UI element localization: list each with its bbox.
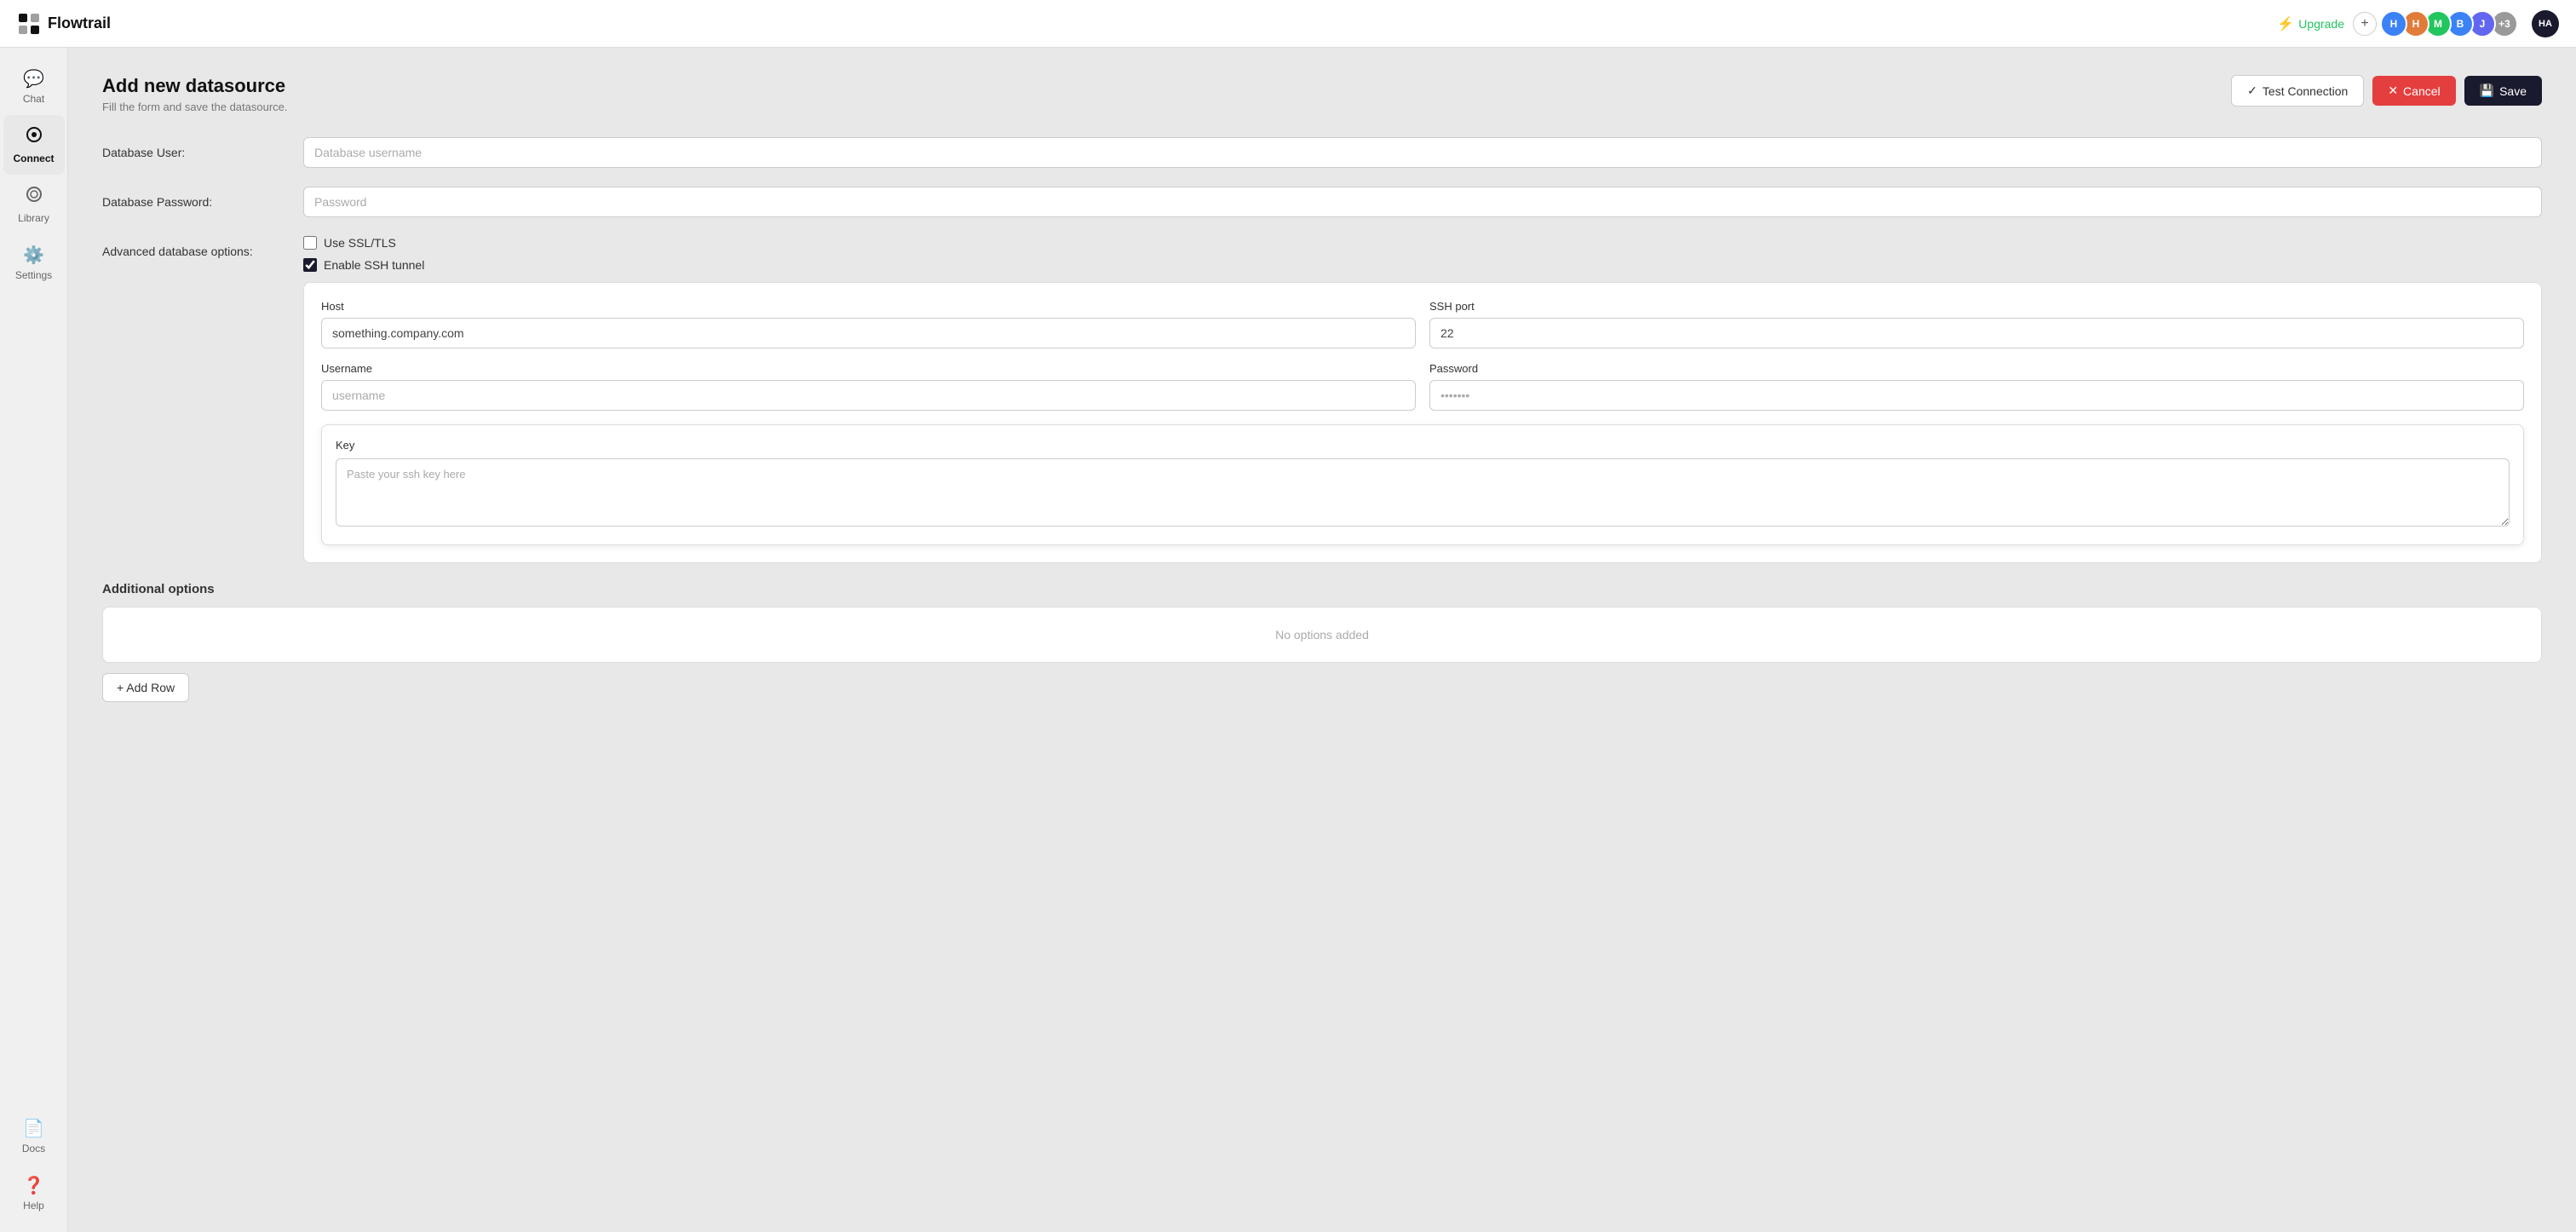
ssh-port-input[interactable] bbox=[1429, 318, 2524, 348]
db-password-input[interactable] bbox=[303, 187, 2542, 217]
avatar-group: H H M B J +3 bbox=[2385, 10, 2518, 37]
avatar-1[interactable]: H bbox=[2380, 10, 2407, 37]
topnav-right: ⚡ Upgrade + H H M B J +3 HA bbox=[2277, 10, 2559, 37]
upgrade-label: Upgrade bbox=[2298, 17, 2344, 31]
db-password-control bbox=[303, 187, 2542, 217]
ssh-port-label: SSH port bbox=[1429, 300, 2524, 313]
add-row-button[interactable]: + Add Row bbox=[102, 673, 189, 702]
connect-icon bbox=[25, 125, 43, 149]
no-options-label: No options added bbox=[1275, 628, 1369, 642]
sidebar-item-library[interactable]: Library bbox=[3, 175, 65, 234]
db-user-row: Database User: bbox=[102, 137, 2542, 168]
additional-options-section: Additional options No options added + Ad… bbox=[102, 582, 2542, 702]
sidebar-item-chat[interactable]: 💬 Chat bbox=[3, 58, 65, 115]
test-connection-label: Test Connection bbox=[2263, 84, 2348, 98]
add-row-label: + Add Row bbox=[117, 681, 175, 694]
upgrade-button[interactable]: ⚡ Upgrade bbox=[2277, 15, 2344, 32]
settings-icon: ⚙️ bbox=[23, 245, 44, 266]
ssh-tunnel-checkbox-label[interactable]: Enable SSH tunnel bbox=[303, 258, 2542, 272]
db-user-label: Database User: bbox=[102, 137, 290, 159]
test-connection-button[interactable]: ✓ Test Connection bbox=[2231, 75, 2364, 107]
ssh-username-group: Username bbox=[321, 362, 1416, 411]
sidebar-label-connect: Connect bbox=[14, 153, 55, 164]
db-password-label: Database Password: bbox=[102, 187, 290, 209]
user-badge[interactable]: HA bbox=[2532, 10, 2559, 37]
help-icon: ❓ bbox=[23, 1175, 44, 1196]
ssh-username-label: Username bbox=[321, 362, 1416, 375]
ssh-password-group: Password bbox=[1429, 362, 2524, 411]
save-label: Save bbox=[2499, 84, 2527, 98]
sidebar-label-library: Library bbox=[18, 212, 49, 224]
ssl-tls-checkbox-label[interactable]: Use SSL/TLS bbox=[303, 236, 2542, 250]
topnav: Flowtrail ⚡ Upgrade + H H M B J +3 HA bbox=[0, 0, 2576, 48]
sidebar-item-connect[interactable]: Connect bbox=[3, 115, 65, 175]
ssh-password-label: Password bbox=[1429, 362, 2524, 375]
content-area: Add new datasource Fill the form and sav… bbox=[68, 48, 2576, 1232]
sidebar-item-help[interactable]: ❓ Help bbox=[3, 1165, 65, 1222]
advanced-options-label: Advanced database options: bbox=[102, 236, 290, 258]
sidebar-label-chat: Chat bbox=[23, 93, 44, 105]
ssh-key-box: Key bbox=[321, 424, 2524, 545]
ssh-key-textarea[interactable] bbox=[336, 458, 2510, 527]
sidebar-label-help: Help bbox=[23, 1200, 44, 1212]
logo-icon bbox=[17, 12, 41, 36]
ssh-port-group: SSH port bbox=[1429, 300, 2524, 348]
no-options-box: No options added bbox=[102, 607, 2542, 663]
sidebar-label-settings: Settings bbox=[15, 269, 52, 281]
logo: Flowtrail bbox=[17, 12, 111, 36]
additional-options-title: Additional options bbox=[102, 582, 2542, 596]
ssh-password-input[interactable] bbox=[1429, 380, 2524, 411]
sidebar-item-settings[interactable]: ⚙️ Settings bbox=[3, 234, 65, 291]
ssl-tls-label: Use SSL/TLS bbox=[324, 236, 396, 250]
upgrade-icon: ⚡ bbox=[2277, 15, 2294, 32]
form-actions: ✓ Test Connection ✕ Cancel 💾 Save bbox=[2231, 75, 2542, 107]
add-button[interactable]: + bbox=[2353, 12, 2377, 36]
ssh-tunnel-box: Host SSH port Username bbox=[303, 282, 2542, 563]
db-password-row: Database Password: bbox=[102, 187, 2542, 217]
docs-icon: 📄 bbox=[23, 1118, 44, 1139]
ssh-top-grid: Host SSH port bbox=[321, 300, 2524, 348]
cancel-button[interactable]: ✕ Cancel bbox=[2372, 76, 2455, 106]
sidebar-item-docs[interactable]: 📄 Docs bbox=[3, 1108, 65, 1165]
ssh-tunnel-checkbox[interactable] bbox=[303, 258, 317, 272]
library-icon bbox=[25, 185, 43, 209]
test-icon: ✓ bbox=[2247, 83, 2257, 98]
chat-icon: 💬 bbox=[23, 68, 44, 89]
db-user-input[interactable] bbox=[303, 137, 2542, 168]
ssl-tls-checkbox[interactable] bbox=[303, 236, 317, 250]
save-button[interactable]: 💾 Save bbox=[2464, 76, 2542, 106]
form-subtitle: Fill the form and save the datasource. bbox=[102, 101, 288, 113]
cancel-label: Cancel bbox=[2403, 84, 2441, 98]
ssh-host-group: Host bbox=[321, 300, 1416, 348]
advanced-options-row: Advanced database options: Use SSL/TLS E… bbox=[102, 236, 2542, 563]
form-title: Add new datasource bbox=[102, 75, 288, 97]
db-user-control bbox=[303, 137, 2542, 168]
logo-text: Flowtrail bbox=[48, 14, 111, 32]
ssh-host-label: Host bbox=[321, 300, 1416, 313]
ssh-username-input[interactable] bbox=[321, 380, 1416, 411]
ssh-host-input[interactable] bbox=[321, 318, 1416, 348]
form-header: Add new datasource Fill the form and sav… bbox=[102, 75, 2542, 113]
ssh-bottom-grid: Username Password bbox=[321, 362, 2524, 411]
cancel-icon: ✕ bbox=[2388, 83, 2398, 98]
sidebar-label-docs: Docs bbox=[22, 1143, 45, 1154]
key-label: Key bbox=[336, 439, 2510, 452]
sidebar: 💬 Chat Connect Library ⚙️ Settings 📄 Doc… bbox=[0, 48, 68, 1232]
checkbox-group: Use SSL/TLS Enable SSH tunnel bbox=[303, 236, 2542, 272]
save-icon: 💾 bbox=[2480, 83, 2494, 98]
ssh-tunnel-label: Enable SSH tunnel bbox=[324, 258, 424, 272]
form-title-group: Add new datasource Fill the form and sav… bbox=[102, 75, 288, 113]
advanced-options-control: Use SSL/TLS Enable SSH tunnel Host bbox=[303, 236, 2542, 563]
main-layout: 💬 Chat Connect Library ⚙️ Settings 📄 Doc… bbox=[0, 48, 2576, 1232]
